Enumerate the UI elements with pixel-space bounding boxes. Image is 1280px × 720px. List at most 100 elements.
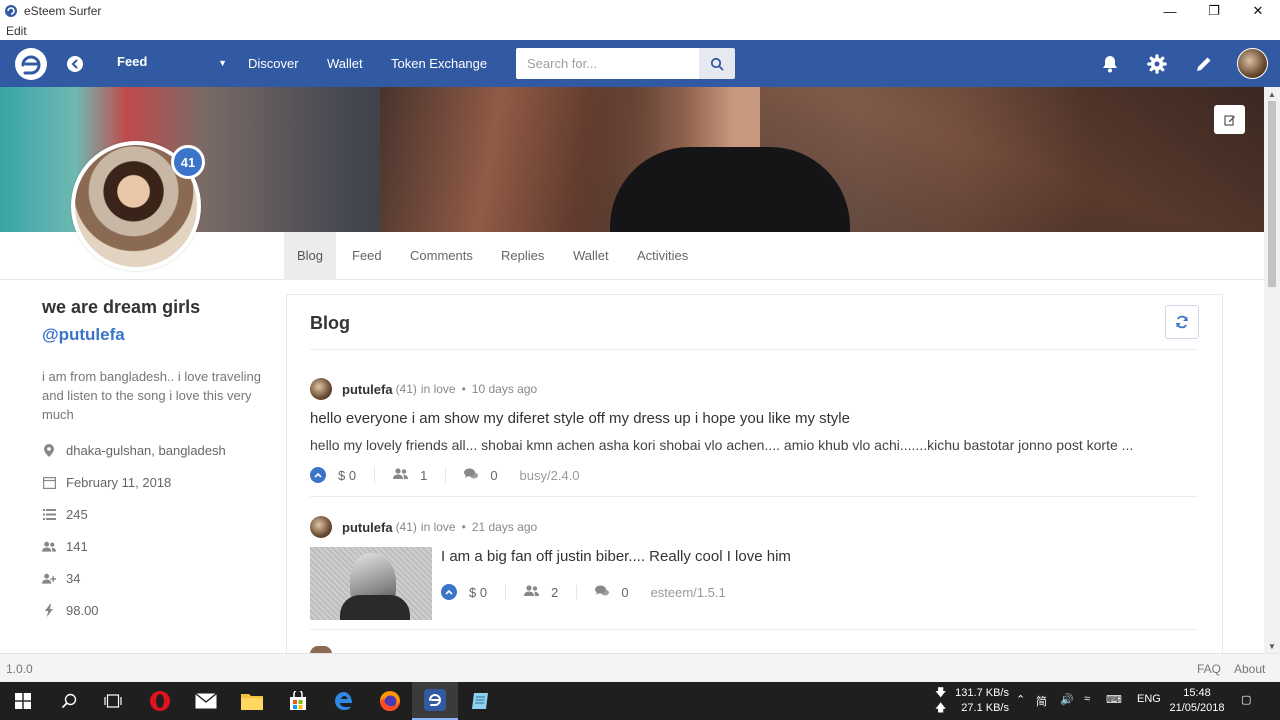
input-method-icon[interactable]: 简 [1036,693,1047,709]
esteem-app-icon [5,5,17,17]
settings-gear-icon[interactable] [1146,53,1168,75]
wifi-icon[interactable]: ≈ [1084,693,1090,705]
notepad-icon[interactable] [458,682,504,720]
language-indicator[interactable]: ENG [1137,693,1161,705]
tab-wallet[interactable]: Wallet [560,232,622,280]
page-scrollbar[interactable]: ▲ ▼ [1264,87,1280,653]
taskbar-search-icon[interactable] [46,682,92,720]
author-avatar[interactable] [310,378,332,400]
clock-time: 15:48 [1183,687,1211,699]
esteem-logo-icon[interactable] [14,47,48,81]
post-count-text: 245 [66,507,88,522]
user-avatar[interactable] [1237,48,1268,79]
profile-about: i am from bangladesh.. i love traveling … [42,369,261,422]
restore-icon[interactable]: ❐ [1192,0,1236,22]
profile-followers[interactable]: 141 [42,539,88,554]
notifications-bell-icon[interactable] [1099,53,1121,75]
store-icon[interactable] [275,682,321,720]
post-actions: $ 0 1 0 busy/2.4.0 [310,467,580,483]
map-marker-icon [42,444,56,458]
post-author[interactable]: putulefa [342,382,393,397]
upvote-icon[interactable] [310,467,326,483]
opera-browser-icon[interactable] [137,682,183,720]
about-link[interactable]: About [1234,662,1265,676]
scroll-thumb[interactable] [1268,101,1276,287]
post-voters[interactable]: 2 [524,584,578,600]
volume-icon[interactable]: 🔊 [1060,693,1074,706]
users-icon [524,584,540,600]
upload-speed: 27.1 KB/s [961,702,1009,714]
mail-icon[interactable] [183,682,229,720]
tab-feed[interactable]: Feed [339,232,395,280]
users-icon [393,467,409,483]
post-category[interactable]: in love [421,520,456,534]
bolt-icon [42,604,56,618]
firefox-browser-icon[interactable] [367,682,413,720]
post-summary[interactable]: hello my lovely friends all... shobai km… [310,437,1198,453]
post-app: busy/2.4.0 [519,467,580,483]
post-category[interactable]: in love [421,382,456,396]
search-input[interactable] [516,48,699,79]
nav-discover[interactable]: Discover [248,56,299,71]
post-comments[interactable]: 0 [464,468,498,483]
post-title[interactable]: hello everyone i am show my diferet styl… [310,410,850,427]
faq-link[interactable]: FAQ [1197,662,1221,676]
esteem-taskbar-icon[interactable] [412,682,458,720]
minimize-icon[interactable]: — [1148,0,1192,22]
profile-following[interactable]: 34 [42,571,80,586]
tab-activities[interactable]: Activities [624,232,701,280]
app-version: 1.0.0 [6,662,33,676]
payout-value[interactable]: $ 0 [338,468,356,483]
followers-text: 141 [66,539,88,554]
profile-voting-power: 98.00 [42,603,99,618]
post-actions: $ 0 2 0 esteem/1.5.1 [441,584,726,600]
windows-start-icon[interactable] [0,682,46,720]
post-meta: putulefa (41) in love • 10 days ago [310,378,537,400]
task-view-icon[interactable] [90,682,136,720]
profile-display-name: we are dream girls [42,297,201,317]
search-icon [710,57,724,70]
post-comments[interactable]: 0 [595,585,629,600]
tab-blog[interactable]: Blog [284,232,337,280]
file-explorer-icon[interactable] [229,682,275,720]
pencil-write-icon[interactable] [1193,53,1215,75]
post-title[interactable]: I am a big fan off justin biber.... Real… [441,548,791,565]
post-author-rep: (41) [395,520,417,534]
blog-title: Blog [310,313,350,333]
search-bar [516,48,735,79]
edit-cover-button[interactable] [1214,105,1245,134]
refresh-icon [1176,315,1188,329]
close-icon[interactable]: ✕ [1236,0,1280,22]
action-center-icon[interactable]: ▢ [1241,693,1251,706]
post-payout: $ 0 [310,467,376,483]
feed-dropdown[interactable]: Feed ▼ [117,54,227,69]
post-thumbnail[interactable] [310,547,432,620]
profile-username[interactable]: @putulefa [42,325,125,345]
scroll-down-icon[interactable]: ▼ [1264,639,1280,653]
tray-overflow-icon[interactable]: ⌃ [1016,693,1025,706]
back-icon[interactable] [66,55,84,73]
upvote-icon[interactable] [441,584,457,600]
scroll-up-icon[interactable]: ▲ [1264,87,1280,101]
post-author[interactable]: putulefa [342,520,393,535]
meta-separator: • [461,382,466,396]
window-controls: — ❐ ✕ [1148,0,1280,22]
nav-token-exchange[interactable]: Token Exchange [391,56,487,71]
menu-edit[interactable]: Edit [6,24,27,38]
voters-count: 1 [420,467,428,483]
window-titlebar: eSteem Surfer — ❐ ✕ [0,0,1280,22]
meta-separator: • [461,520,466,534]
search-button[interactable] [699,48,735,79]
tab-comments[interactable]: Comments [397,232,486,280]
windows-taskbar: 🡇 131.7 KB/s 🡅 27.1 KB/s ⌃ 简 🔊 ≈ ⌨ ENG 15:… [0,682,1280,720]
taskbar-clock[interactable]: 15:48 21/05/2018 [1166,686,1228,716]
payout-value[interactable]: $ 0 [469,585,487,600]
author-avatar[interactable] [310,516,332,538]
edge-browser-icon[interactable] [321,682,367,720]
nav-wallet[interactable]: Wallet [327,56,363,71]
location-text: dhaka-gulshan, bangladesh [66,443,226,458]
tab-replies[interactable]: Replies [488,232,557,280]
keyboard-icon[interactable]: ⌨ [1106,693,1122,706]
refresh-button[interactable] [1165,305,1199,339]
post-voters[interactable]: 1 [393,467,447,483]
